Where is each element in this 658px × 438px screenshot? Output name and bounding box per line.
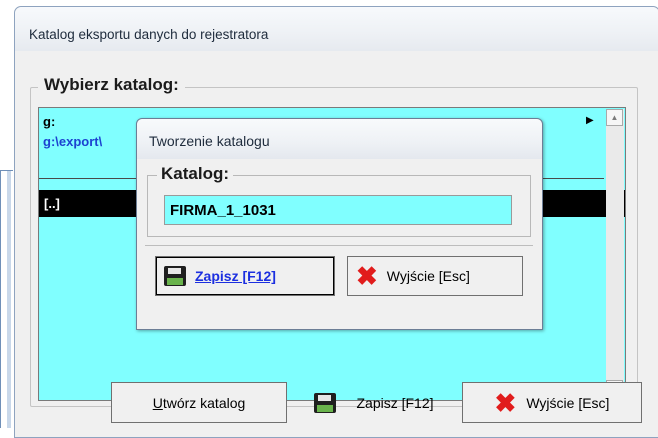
create-directory-button[interactable]: Utwórz katalog	[111, 382, 287, 423]
red-x-icon: ✖	[356, 261, 378, 291]
create-directory-dialog: Tworzenie katalogu Katalog: FIRMA_1_1031…	[136, 118, 543, 330]
directory-group-label: Wybierz katalog:	[38, 75, 185, 95]
save-button[interactable]: Zapisz [F12]	[289, 382, 459, 423]
dialog-exit-button[interactable]: ✖ Wyjście [Esc]	[347, 256, 523, 296]
floppy-disk-icon	[314, 392, 337, 413]
save-button-label: Zapisz [F12]	[356, 394, 434, 411]
dialog-separator	[145, 245, 533, 246]
dialog-exit-label: Wyjście [Esc]	[386, 268, 470, 284]
list-item-label: [..]	[44, 196, 60, 211]
dialog-title: Tworzenie katalogu	[149, 133, 270, 149]
exit-button-label: Wyjście [Esc]	[526, 394, 610, 411]
exit-button[interactable]: ✖ Wyjście [Esc]	[462, 382, 642, 423]
dialog-save-button[interactable]: Zapisz [F12]	[155, 256, 335, 296]
dialog-save-label: Zapisz [F12]	[195, 268, 276, 284]
scroll-up-arrow-icon[interactable]: ▲	[606, 109, 623, 126]
vertical-scrollbar[interactable]: ▲ ▼	[606, 109, 624, 397]
directory-name-label: Katalog:	[157, 164, 233, 184]
window-titlebar: Katalog eksportu danych do rejestratora	[15, 7, 658, 51]
red-x-icon: ✖	[494, 387, 517, 418]
create-directory-label: Utwórz katalog	[152, 394, 246, 411]
dialog-titlebar: Tworzenie katalogu	[137, 119, 542, 159]
right-triangle-icon: ▶	[586, 115, 594, 126]
current-drive: g:	[43, 114, 56, 129]
background-window-edge	[0, 170, 13, 428]
window-title: Katalog eksportu danych do rejestratora	[29, 27, 269, 42]
current-directory-path: g:\export\	[43, 134, 103, 149]
directory-name-input[interactable]: FIRMA_1_1031	[164, 195, 512, 225]
floppy-disk-icon	[164, 266, 186, 286]
